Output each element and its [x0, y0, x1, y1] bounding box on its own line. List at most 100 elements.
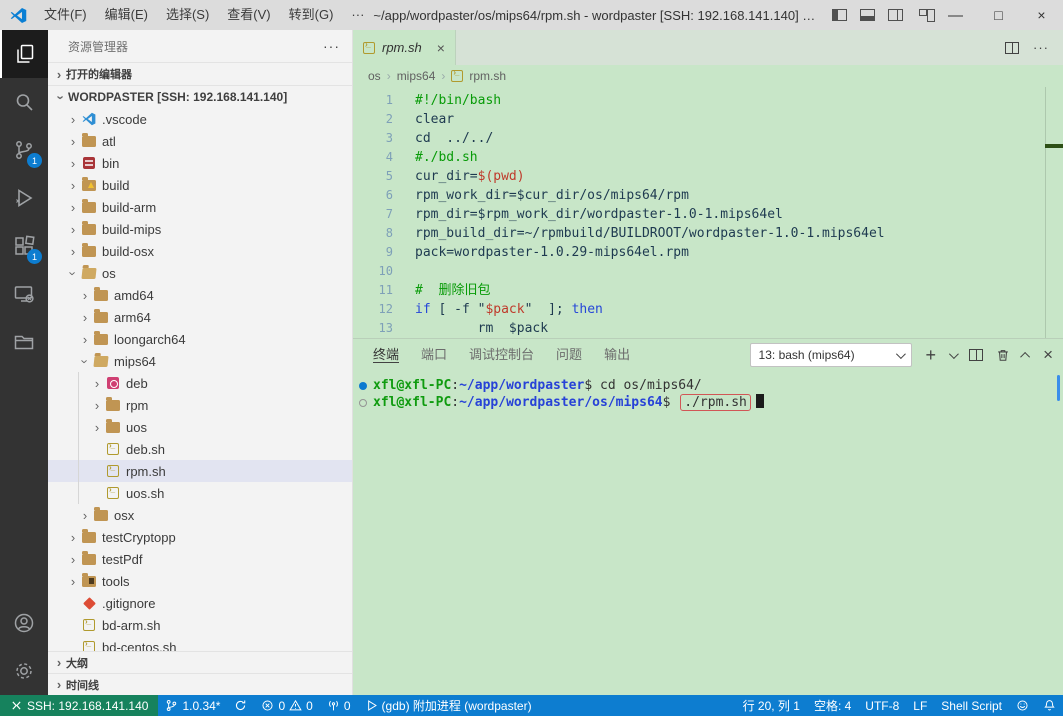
open-editors-section[interactable]: › 打开的编辑器	[48, 62, 352, 86]
tree-item-build-mips[interactable]: › build-mips	[48, 218, 352, 240]
status-bar: SSH: 192.168.141.140 1.0.34* 0 0 0 (gdb) 附加进程…	[0, 695, 1063, 716]
tree-item-atl[interactable]: › atl	[48, 130, 352, 152]
new-terminal-icon[interactable]: +	[926, 346, 937, 364]
toggle-secondary-sidebar-icon[interactable]	[888, 9, 903, 21]
editor-scrollbar[interactable]	[1045, 87, 1063, 338]
editor-more-actions-icon[interactable]: ···	[1033, 40, 1049, 55]
code-editor[interactable]: 1 #!/bin/bash 2 clear 3 cd ../../ 4 #./bd.sh 5 cu…	[353, 87, 1063, 338]
breadcrumb-mips64[interactable]: mips64	[397, 69, 436, 83]
close-panel-icon[interactable]: ×	[1043, 345, 1053, 365]
tree-item-tools[interactable]: › tools	[48, 570, 352, 592]
status-language-mode[interactable]: Shell Script	[934, 695, 1009, 716]
tree-item-arm64[interactable]: › arm64	[48, 306, 352, 328]
split-terminal-icon[interactable]	[969, 349, 984, 361]
menu-item[interactable]: ···	[342, 7, 373, 22]
status-indentation[interactable]: 空格: 4	[807, 695, 858, 716]
customize-layout-icon[interactable]	[919, 9, 935, 22]
toggle-sidebar-icon[interactable]	[832, 9, 847, 21]
status-remote-indicator[interactable]: SSH: 192.168.141.140	[0, 695, 159, 716]
tree-item-wordpaster-ssh-192.168.141.140-[interactable]: › WORDPASTER [SSH: 192.168.141.140]	[48, 86, 352, 108]
maximize-button[interactable]: □	[977, 0, 1020, 30]
panel-tab[interactable]: 问题	[556, 347, 582, 362]
extensions-badge: 1	[27, 249, 42, 264]
maximize-panel-icon[interactable]	[1020, 351, 1031, 362]
panel-tab[interactable]: 调试控制台	[469, 347, 534, 362]
tree-item-amd64[interactable]: › amd64	[48, 284, 352, 306]
extensions-icon[interactable]: 1	[0, 222, 48, 270]
status-notifications[interactable]	[1036, 695, 1063, 716]
remote-explorer-icon[interactable]	[0, 270, 48, 318]
close-button[interactable]: ×	[1020, 0, 1063, 30]
menu-item[interactable]: 查看(V)	[218, 7, 279, 22]
search-icon[interactable]	[0, 78, 48, 126]
tree-item-os[interactable]: › os	[48, 262, 352, 284]
status-branch-status[interactable]: 1.0.34*	[158, 695, 227, 716]
split-editor-icon[interactable]	[1005, 41, 1019, 54]
tree-item-uos.sh[interactable]: ›uos.sh	[48, 482, 352, 504]
chevron-right-icon: ›	[386, 69, 391, 83]
breadcrumb-os[interactable]: os	[368, 69, 381, 83]
minimize-button[interactable]: —	[934, 0, 977, 30]
menu-item[interactable]: 编辑(E)	[96, 7, 157, 22]
status-sync-status[interactable]	[227, 695, 254, 716]
tree-item-deb.sh[interactable]: ›deb.sh	[48, 438, 352, 460]
tree-item-deb[interactable]: › deb	[48, 372, 352, 394]
panel-tab[interactable]: 输出	[604, 347, 630, 362]
tab-close-icon[interactable]: ×	[437, 40, 445, 56]
timeline-section[interactable]: › 时间线	[48, 673, 352, 695]
code-lines: 1 #!/bin/bash 2 clear 3 cd ../../ 4 #./bd.sh 5 cu…	[353, 91, 1063, 338]
chevron-right-icon: ›	[56, 677, 62, 692]
status-eol[interactable]: LF	[906, 695, 934, 716]
tree-item-osx[interactable]: › osx	[48, 504, 352, 526]
tree-item-build-osx[interactable]: › build-osx	[48, 240, 352, 262]
source-control-icon[interactable]: 1	[0, 126, 48, 174]
panel-tab[interactable]: 端口	[421, 347, 447, 362]
status-encoding[interactable]: UTF-8	[858, 695, 906, 716]
panel-tab[interactable]: 终端	[373, 347, 400, 363]
status-problems-status[interactable]: 00	[254, 695, 319, 716]
breadcrumb[interactable]: os › mips64 › rpm.sh	[353, 65, 1063, 87]
deb-icon	[104, 377, 122, 389]
tree-item-bin[interactable]: › bin	[48, 152, 352, 174]
chevron-down-icon: ›	[65, 270, 81, 276]
feedback-icon	[1016, 699, 1029, 712]
status-ports-status[interactable]: 0	[320, 695, 358, 716]
run-debug-icon[interactable]	[0, 174, 48, 222]
toggle-panel-icon[interactable]	[860, 9, 875, 21]
tree-item-mips64[interactable]: › mips64	[48, 350, 352, 372]
panel-actions: + ×	[926, 345, 1053, 365]
terminal-dropdown-icon[interactable]	[949, 348, 959, 359]
tree-item-rpm[interactable]: › rpm	[48, 394, 352, 416]
tree-item-testcryptopp[interactable]: › testCryptopp	[48, 526, 352, 548]
outline-section[interactable]: › 大纲	[48, 651, 352, 673]
tree-item-.vscode[interactable]: › .vscode	[48, 108, 352, 130]
tree-item-build-arm[interactable]: › build-arm	[48, 196, 352, 218]
status-debug-session[interactable]: (gdb) 附加进程 (wordpaster)	[358, 695, 539, 716]
sidebar-more-actions-icon[interactable]: ···	[323, 38, 340, 54]
project-folder-icon[interactable]	[0, 318, 48, 366]
trash-icon[interactable]	[996, 348, 1010, 362]
status-feedback[interactable]	[1009, 695, 1036, 716]
settings-gear-icon[interactable]	[0, 647, 48, 695]
terminal-select[interactable]: 13: bash (mips64)	[749, 343, 912, 367]
tree-item-bd-arm.sh[interactable]: ›bd-arm.sh	[48, 614, 352, 636]
menu-item[interactable]: 选择(S)	[157, 7, 218, 22]
tree-item-uos[interactable]: › uos	[48, 416, 352, 438]
tree-item-loongarch64[interactable]: › loongarch64	[48, 328, 352, 350]
status-cursor-position[interactable]: 行 20, 列 1	[736, 695, 807, 716]
tree-item-testpdf[interactable]: › testPdf	[48, 548, 352, 570]
terminal[interactable]: xfl@xfl-PC:~/app/wordpaster$ cd os/mips6…	[353, 371, 1063, 695]
command-pending-decoration	[359, 399, 367, 407]
breadcrumb-file[interactable]: rpm.sh	[469, 69, 506, 83]
terminal-scrollbar[interactable]	[1057, 375, 1060, 401]
accounts-icon[interactable]	[0, 599, 48, 647]
menu-item[interactable]: 转到(G)	[280, 7, 343, 22]
terminal-text: :	[451, 395, 460, 410]
menu-item[interactable]: 文件(F)	[35, 7, 96, 22]
tree-item-build[interactable]: › build	[48, 174, 352, 196]
tree-item-.gitignore[interactable]: ›.gitignore	[48, 592, 352, 614]
tree-item-rpm.sh[interactable]: ›rpm.sh	[48, 460, 352, 482]
tree-item-bd-centos.sh[interactable]: ›bd-centos.sh	[48, 636, 352, 651]
tab-rpm-sh[interactable]: rpm.sh ×	[353, 30, 456, 65]
explorer-icon[interactable]	[0, 30, 48, 78]
